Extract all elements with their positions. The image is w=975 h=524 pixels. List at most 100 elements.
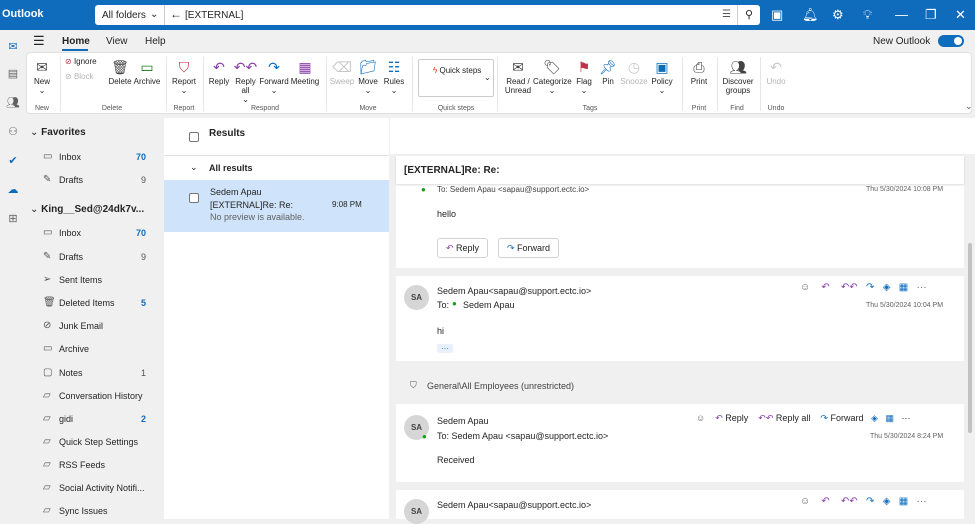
reply-button[interactable]: ↶ Reply	[207, 57, 231, 86]
emoji-icon[interactable]: ☺	[696, 413, 705, 423]
table-icon[interactable]: ▦	[885, 413, 894, 423]
new-button[interactable]: ✉ New ⌄	[29, 57, 55, 95]
report-button[interactable]: ⛉ Report ⌄	[169, 57, 199, 95]
new-outlook-toggle[interactable]	[938, 35, 964, 47]
back-arrow-icon[interactable]: ←	[170, 7, 182, 21]
forward-icon[interactable]: ↷	[866, 496, 874, 507]
minimize-icon[interactable]: —	[895, 7, 908, 22]
tab-help[interactable]: Help	[145, 36, 166, 47]
show-more-button[interactable]: ···	[437, 344, 453, 353]
folder-junk-email[interactable]: ⊘ Junk Email	[26, 315, 163, 337]
read-unread-button[interactable]: ✉ Read / Unread	[501, 57, 535, 95]
policy-button[interactable]: ▣ Policy ⌄	[649, 57, 675, 95]
policy-icon[interactable]: ◈	[871, 413, 878, 423]
reply-all-button[interactable]: ↶↶ Reply all ⌄	[232, 57, 259, 104]
reply-all-button[interactable]: ↶↶ Reply all	[758, 413, 810, 423]
forward-icon[interactable]: ↷	[866, 282, 874, 293]
bell-icon[interactable]: 🔔︎	[802, 7, 819, 23]
table-icon[interactable]: ▦	[899, 496, 908, 507]
lightbulb-icon[interactable]: 💡︎	[863, 7, 872, 23]
message-card-4[interactable]: SA Sedem Apau<sapau@support.ectc.io> ☺ ↶…	[396, 490, 964, 524]
search-scope-dropdown[interactable]: All folders ⌄	[95, 5, 165, 25]
hamburger-menu-icon[interactable]: ☰	[33, 33, 45, 49]
search-box[interactable]: All folders ⌄ ← [EXTERNAL] ☰ ⚲	[95, 5, 760, 25]
avatar[interactable]: SA	[404, 499, 429, 524]
policy-icon[interactable]: ◈	[883, 496, 891, 507]
ignore-button[interactable]: ⊘ Ignore	[65, 57, 105, 66]
reply-all-icon[interactable]: ↶↶	[841, 496, 858, 507]
rules-button[interactable]: ☷ Rules ⌄	[381, 57, 407, 95]
table-icon[interactable]: ▦	[899, 282, 908, 293]
tab-home[interactable]: Home	[62, 36, 90, 47]
folder-deleted-items[interactable]: 🗑︎ Deleted Items 5	[26, 292, 163, 314]
reply-icon[interactable]: ↶	[821, 282, 829, 293]
folder-archive[interactable]: ▭ Archive	[26, 338, 163, 360]
tab-view[interactable]: View	[106, 36, 128, 47]
more-options-icon[interactable]: ···	[917, 282, 927, 293]
emoji-icon[interactable]: ☺	[800, 496, 810, 507]
more-options-icon[interactable]: ···	[917, 496, 927, 507]
ribbon-collapse-icon[interactable]: ⌄	[965, 101, 973, 112]
people-icon[interactable]: 👥︎	[0, 96, 26, 109]
reply-button[interactable]: ↶ Reply	[437, 238, 489, 258]
message-card-3[interactable]: SA ● Sedem Apau To: Sedem Apau <sapau@su…	[396, 404, 964, 482]
archive-button[interactable]: ▭ Archive	[133, 57, 161, 86]
folder-notes[interactable]: ▢ Notes 1	[26, 362, 163, 384]
apps-icon[interactable]: ⊞	[0, 212, 26, 225]
gear-icon[interactable]: ⚙	[832, 7, 844, 23]
favorite-drafts[interactable]: ✎ Drafts 9	[26, 169, 163, 191]
chevron-down-icon[interactable]: ⌄	[190, 162, 198, 173]
favorites-header[interactable]: ⌄ Favorites	[30, 127, 86, 138]
restore-icon[interactable]: ❐	[925, 7, 937, 23]
pin-button[interactable]: 📌︎ Pin	[597, 57, 619, 86]
close-icon[interactable]: ✕	[955, 7, 966, 23]
message-checkbox[interactable]	[189, 193, 199, 203]
reply-icon[interactable]: ↶	[821, 496, 829, 507]
undo-button[interactable]: ↶ Undo	[764, 57, 788, 86]
categorize-button[interactable]: 🏷︎ Categorize ⌄	[533, 57, 572, 95]
forward-button[interactable]: ↷ Forward ⌄	[259, 57, 289, 95]
policy-icon[interactable]: ◈	[883, 282, 891, 293]
folder-conversation-history[interactable]: ▱ Conversation History	[26, 385, 163, 407]
folder-gidi[interactable]: ▱ gidi 2	[26, 408, 163, 430]
move-button[interactable]: 📁︎ Move ⌄	[355, 57, 381, 95]
folder-quick-step-settings[interactable]: ▱ Quick Step Settings	[26, 431, 163, 453]
forward-button[interactable]: ↷ Forward	[498, 238, 560, 258]
account-header[interactable]: ⌄ King__Sed@24dk7v...	[30, 204, 144, 215]
folder-social-activity[interactable]: ▱ Social Activity Notifi...	[26, 477, 163, 499]
message-card-2[interactable]: SA Sedem Apau<sapau@support.ectc.io> To:…	[396, 276, 964, 361]
todo-icon[interactable]: ✔	[0, 154, 26, 167]
calendar-icon[interactable]: ▤	[0, 67, 26, 80]
delete-button[interactable]: 🗑︎ Delete	[107, 57, 133, 86]
meeting-button[interactable]: ▦ Meeting	[289, 57, 321, 86]
chevron-down-icon[interactable]: ⌄	[484, 73, 491, 82]
search-input[interactable]: [EXTERNAL]	[185, 10, 243, 21]
mail-icon[interactable]: ✉	[0, 40, 26, 53]
emoji-icon[interactable]: ☺	[800, 282, 810, 293]
list-item[interactable]: Sedem Apau [EXTERNAL]Re: Re: 9:08 PM No …	[164, 180, 389, 232]
search-icon[interactable]: ⚲	[737, 5, 760, 25]
onedrive-icon[interactable]: ☁	[0, 183, 26, 196]
my-day-icon[interactable]: ▣	[771, 7, 783, 23]
filter-icon[interactable]: ☰	[722, 9, 731, 20]
folder-sent-items[interactable]: ➢ Sent Items	[26, 269, 163, 291]
sweep-button[interactable]: ⌫ Sweep	[329, 57, 355, 86]
folder-rss-feeds[interactable]: ▱ RSS Feeds	[26, 454, 163, 476]
select-all-checkbox[interactable]	[189, 132, 199, 142]
avatar[interactable]: SA	[404, 285, 429, 310]
folder-inbox[interactable]: ▭ Inbox 70	[26, 222, 163, 244]
flag-button[interactable]: ⚑ Flag ⌄	[573, 57, 595, 95]
groups-icon[interactable]: ⚇	[0, 125, 26, 138]
favorite-inbox[interactable]: ▭ Inbox 70	[26, 146, 163, 168]
reply-all-icon[interactable]: ↶↶	[841, 282, 858, 293]
snooze-button[interactable]: ◷ Snooze	[619, 57, 649, 86]
forward-button[interactable]: ↷ Forward	[820, 413, 863, 423]
quick-steps-gallery[interactable]: ϟ Quick steps	[418, 59, 494, 97]
discover-groups-button[interactable]: 👥︎ Discover groups	[720, 57, 756, 95]
block-button[interactable]: ⊘ Block	[65, 72, 105, 81]
folder-drafts[interactable]: ✎ Drafts 9	[26, 246, 163, 268]
print-button[interactable]: ⎙ Print	[686, 57, 712, 86]
reply-button[interactable]: ↶ Reply	[715, 413, 748, 423]
more-options-icon[interactable]: ···	[901, 413, 910, 423]
reading-pane-scrollbar[interactable]	[968, 243, 972, 433]
